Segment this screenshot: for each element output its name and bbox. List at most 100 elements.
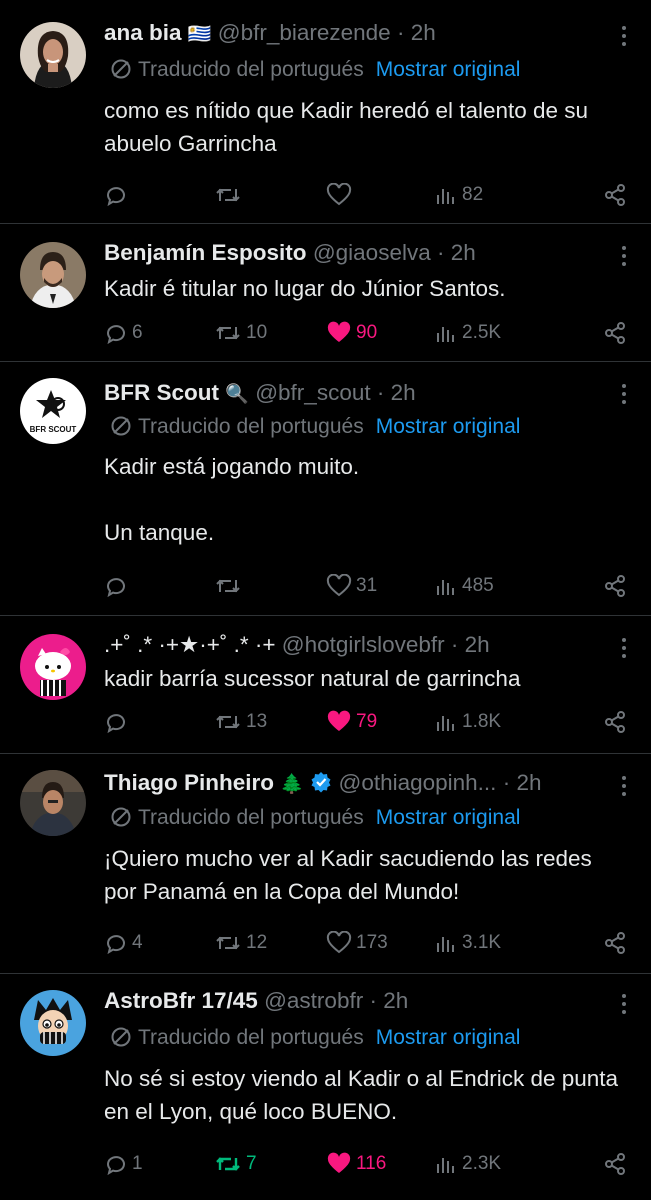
tweet-paragraph: como es nítido que Kadir heredó el talen…	[104, 98, 589, 156]
timestamp[interactable]: 2h	[516, 770, 541, 795]
like-button[interactable]: 31	[326, 571, 377, 601]
tweet-text: como es nítido que Kadir heredó el talen…	[104, 94, 627, 160]
reply-button[interactable]: 1	[104, 1149, 143, 1179]
retweet-button[interactable]: 10	[214, 318, 267, 348]
analytics-icon	[437, 580, 454, 595]
magnifier-emoji: 🔍	[225, 383, 249, 405]
views-button[interactable]: 2.3K	[434, 1149, 501, 1179]
more-options-icon[interactable]	[621, 26, 627, 50]
analytics-icon	[437, 1158, 454, 1173]
retweet-icon	[216, 579, 240, 593]
tweet[interactable]: AstroBfr 17/45 @astrobfr · 2h Traducido …	[0, 974, 651, 1200]
tweet[interactable]: Thiago Pinheiro 🌲 @othiagopinh... · 2h T…	[0, 754, 651, 974]
separator-dot: ·	[450, 632, 459, 657]
reply-button[interactable]	[104, 707, 132, 737]
views-button[interactable]: 1.8K	[434, 707, 501, 737]
action-bar: 31 485	[104, 571, 627, 601]
tweet[interactable]: BFR SCOUT BFR Scout 🔍 @bfr_scout · 2h Tr…	[0, 362, 651, 616]
display-name[interactable]: BFR Scout	[104, 380, 219, 405]
display-name[interactable]: Benjamín Esposito	[104, 240, 307, 265]
more-options-icon[interactable]	[621, 384, 627, 408]
show-original-link[interactable]: Mostrar original	[376, 58, 521, 81]
views-button[interactable]: 3.1K	[434, 928, 501, 958]
like-button[interactable]: 116	[326, 1149, 386, 1179]
more-options-icon[interactable]	[621, 776, 627, 800]
analytics-icon	[437, 716, 454, 731]
reply-button[interactable]: 6	[104, 318, 143, 348]
more-options-icon[interactable]	[621, 994, 627, 1018]
action-bar: 4 12 173 3.1K	[104, 928, 627, 958]
like-button[interactable]	[326, 180, 356, 210]
analytics-icon	[437, 937, 454, 952]
retweet-count: 13	[246, 711, 268, 732]
separator-dot: ·	[376, 380, 385, 405]
share-button[interactable]	[603, 928, 627, 958]
handle[interactable]: @giaoselva	[313, 240, 431, 265]
avatar[interactable]: BFR SCOUT	[20, 378, 86, 444]
heart-filled-icon	[327, 710, 351, 731]
reply-button[interactable]	[104, 571, 132, 601]
share-button[interactable]	[603, 318, 627, 348]
retweet-count: 12	[246, 932, 268, 953]
handle[interactable]: @othiagopinh...	[338, 770, 496, 795]
retweet-button[interactable]	[214, 571, 246, 601]
like-count: 116	[356, 1153, 387, 1174]
retweet-button[interactable]: 13	[214, 707, 267, 737]
translation-notice: Traducido del portugués Mostrar original	[110, 1024, 520, 1052]
retweet-button[interactable]: 7	[214, 1149, 257, 1179]
handle[interactable]: @bfr_biarezende	[218, 20, 391, 45]
more-options-icon[interactable]	[621, 638, 627, 662]
like-button[interactable]: 90	[326, 318, 377, 348]
avatar[interactable]	[20, 770, 86, 836]
share-button[interactable]	[603, 1149, 627, 1179]
reply-button[interactable]	[104, 180, 132, 210]
share-button[interactable]	[603, 571, 627, 601]
retweet-button[interactable]	[214, 180, 246, 210]
show-original-link[interactable]: Mostrar original	[376, 1026, 521, 1049]
avatar[interactable]	[20, 242, 86, 308]
avatar[interactable]	[20, 990, 86, 1056]
timestamp[interactable]: 2h	[465, 632, 490, 657]
timestamp[interactable]: 2h	[451, 240, 476, 265]
timestamp[interactable]: 2h	[391, 380, 416, 405]
views-button[interactable]: 485	[434, 571, 494, 601]
avatar[interactable]	[20, 22, 86, 88]
tweet[interactable]: Benjamín Esposito @giaoselva · 2h Kadir …	[0, 224, 651, 362]
analytics-icon	[437, 189, 454, 204]
separator-dot: ·	[396, 20, 405, 45]
show-original-link[interactable]: Mostrar original	[376, 806, 521, 829]
tweet-text: Kadir é titular no lugar do Júnior Santo…	[104, 272, 627, 305]
handle[interactable]: @hotgirlslovebfr	[282, 632, 445, 657]
tweet[interactable]: ana bia 🇺🇾 @bfr_biarezende · 2h Traducid…	[0, 0, 651, 224]
separator-dot: ·	[436, 240, 445, 265]
tweet[interactable]: .+˚ .* ·+★·+˚ .* ·+ @hotgirlslovebfr · 2…	[0, 616, 651, 754]
display-name[interactable]: AstroBfr 17/45	[104, 988, 258, 1013]
share-icon	[605, 932, 625, 954]
retweet-button[interactable]: 12	[214, 928, 267, 958]
reply-icon	[106, 714, 125, 734]
share-button[interactable]	[603, 180, 627, 210]
like-button[interactable]: 173	[326, 928, 388, 958]
views-button[interactable]: 82	[434, 180, 483, 210]
timestamp[interactable]: 2h	[411, 20, 436, 45]
separator-dot: ·	[502, 770, 511, 795]
like-button[interactable]: 79	[326, 707, 377, 737]
share-button[interactable]	[603, 707, 627, 737]
reply-icon	[106, 578, 125, 598]
avatar[interactable]	[20, 634, 86, 700]
translate-icon	[111, 416, 131, 436]
flag-emoji: 🇺🇾	[187, 23, 212, 45]
handle[interactable]: @bfr_scout	[255, 380, 370, 405]
more-options-icon[interactable]	[621, 246, 627, 270]
reply-button[interactable]: 4	[104, 928, 143, 958]
display-name[interactable]: Thiago Pinheiro	[104, 770, 274, 795]
like-count: 31	[356, 575, 378, 596]
display-name[interactable]: .+˚ .* ·+★·+˚ .* ·+	[104, 632, 275, 657]
view-count: 2.3K	[462, 1153, 502, 1174]
show-original-link[interactable]: Mostrar original	[376, 415, 521, 438]
heart-filled-icon	[327, 321, 351, 342]
timestamp[interactable]: 2h	[383, 988, 408, 1013]
display-name[interactable]: ana bia	[104, 20, 182, 45]
views-button[interactable]: 2.5K	[434, 318, 501, 348]
handle[interactable]: @astrobfr	[264, 988, 363, 1013]
